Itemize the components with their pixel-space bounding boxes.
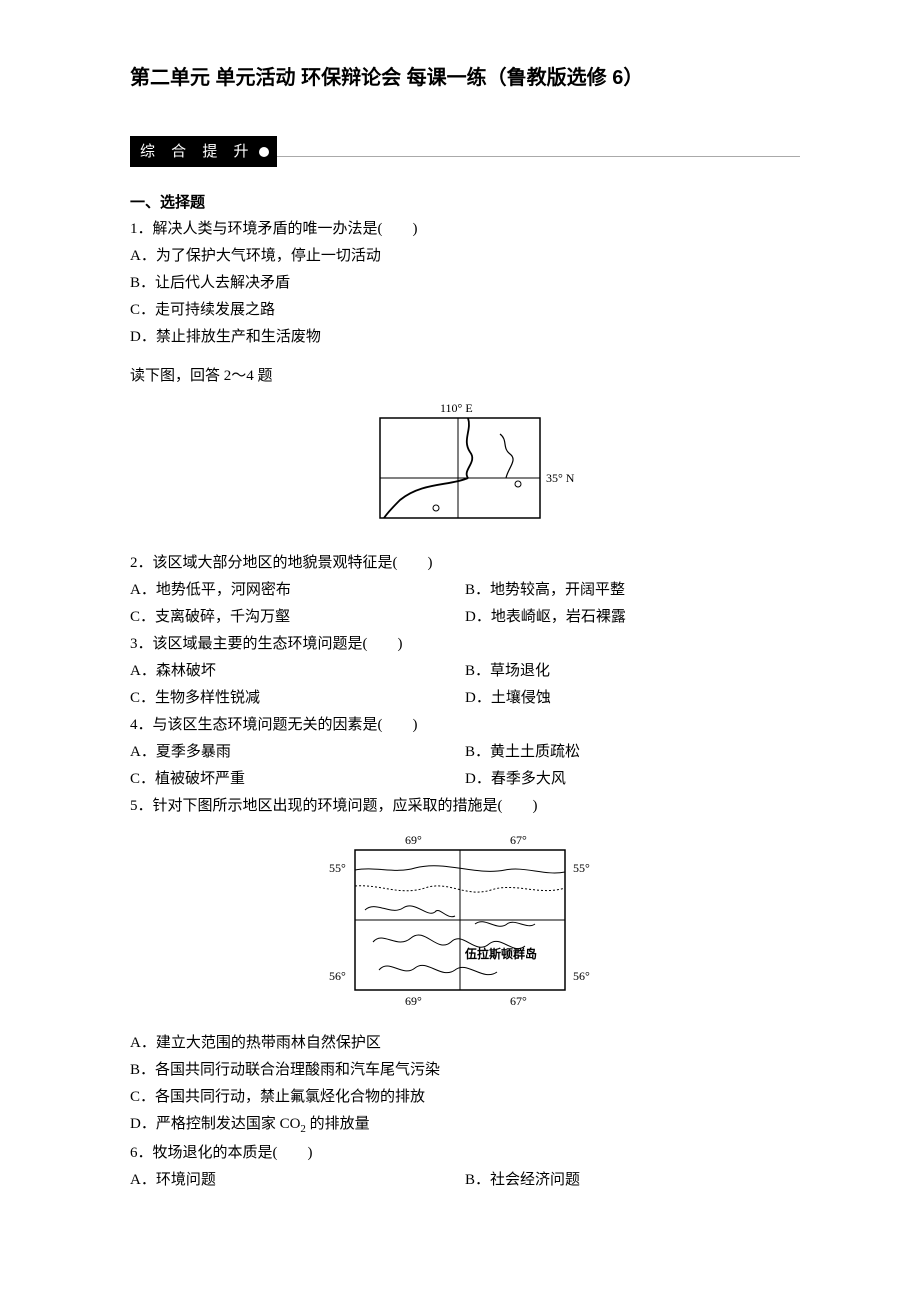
q6-stem: 6．牧场退化的本质是( ) — [130, 1140, 800, 1167]
q5-b: B．各国共同行动联合治理酸雨和汽车尾气污染 — [130, 1057, 800, 1084]
q3-options-2: C．生物多样性锐减 D．土壤侵蚀 — [130, 685, 800, 712]
q4-b: B．黄土土质疏松 — [465, 739, 800, 766]
q5-d-pre: D．严格控制发达国家 CO — [130, 1116, 300, 1132]
q5-stem: 5．针对下图所示地区出现的环境问题，应采取的措施是( ) — [130, 793, 800, 820]
q4-d: D．春季多大风 — [465, 766, 800, 793]
q6-b: B．社会经济问题 — [465, 1167, 800, 1194]
section-banner-text: 综 合 提 升 — [140, 138, 255, 165]
q5-c: C．各国共同行动，禁止氟氯烃化合物的排放 — [130, 1084, 800, 1111]
fig2-lon2-top: 67° — [510, 833, 527, 847]
fig2-lon2-bot: 67° — [510, 994, 527, 1008]
section-banner: 综 合 提 升 — [130, 136, 277, 167]
q2-options: A．地势低平，河网密布 B．地势较高，开阔平整 — [130, 577, 800, 604]
figure-2: 69° 67° 69° 67° 55° 55° 56° 56° 伍拉斯顿群岛 — [130, 830, 800, 1020]
fig1-lat: 35° N — [546, 471, 575, 485]
q6-options: A．环境问题 B．社会经济问题 — [130, 1167, 800, 1194]
q2-options-2: C．支离破碎，千沟万壑 D．地表崎岖，岩石裸露 — [130, 604, 800, 631]
fig2-lat1-l: 55° — [329, 861, 346, 875]
q2-a: A．地势低平，河网密布 — [130, 577, 465, 604]
q4-a: A．夏季多暴雨 — [130, 739, 465, 766]
q5-a: A．建立大范围的热带雨林自然保护区 — [130, 1030, 800, 1057]
q4-stem: 4．与该区生态环境问题无关的因素是( ) — [130, 712, 800, 739]
q4-options-2: C．植被破坏严重 D．春季多大风 — [130, 766, 800, 793]
passage-1: 读下图，回答 2～4 题 — [130, 363, 800, 390]
q3-d: D．土壤侵蚀 — [465, 685, 800, 712]
fig2-lat2-r: 56° — [573, 969, 590, 983]
fig1-lon: 110° E — [440, 401, 473, 415]
dot-icon — [259, 147, 269, 157]
q1-a: A．为了保护大气环境，停止一切活动 — [130, 243, 800, 270]
section-heading: 一、选择题 — [130, 189, 800, 216]
figure-1: 110° E 35° N — [130, 400, 800, 540]
q3-b: B．草场退化 — [465, 658, 800, 685]
q4-c: C．植被破坏严重 — [130, 766, 465, 793]
q1-d: D．禁止排放生产和生活废物 — [130, 324, 800, 351]
q4-options: A．夏季多暴雨 B．黄土土质疏松 — [130, 739, 800, 766]
fig2-lon1-bot: 69° — [405, 994, 422, 1008]
q2-stem: 2．该区域大部分地区的地貌景观特征是( ) — [130, 550, 800, 577]
q6-a: A．环境问题 — [130, 1167, 465, 1194]
q1-c: C．走可持续发展之路 — [130, 297, 800, 324]
fig2-lat2-l: 56° — [329, 969, 346, 983]
q5-d: D．严格控制发达国家 CO2 的排放量 — [130, 1111, 800, 1140]
q1-b: B．让后代人去解决矛盾 — [130, 270, 800, 297]
q1-stem: 1．解决人类与环境矛盾的唯一办法是( ) — [130, 216, 800, 243]
q2-d: D．地表崎岖，岩石裸露 — [465, 604, 800, 631]
q3-a: A．森林破坏 — [130, 658, 465, 685]
q3-options: A．森林破坏 B．草场退化 — [130, 658, 800, 685]
fig2-lat1-r: 55° — [573, 861, 590, 875]
q2-c: C．支离破碎，千沟万壑 — [130, 604, 465, 631]
q2-b: B．地势较高，开阔平整 — [465, 577, 800, 604]
q5-d-post: 的排放量 — [306, 1116, 370, 1132]
q3-c: C．生物多样性锐减 — [130, 685, 465, 712]
fig2-island-label: 伍拉斯顿群岛 — [464, 946, 537, 961]
banner-line — [277, 156, 800, 157]
page-title: 第二单元 单元活动 环保辩论会 每课一练（鲁教版选修 6） — [130, 60, 800, 96]
section-banner-row: 综 合 提 升 — [130, 136, 800, 177]
q3-stem: 3．该区域最主要的生态环境问题是( ) — [130, 631, 800, 658]
fig2-lon1-top: 69° — [405, 833, 422, 847]
